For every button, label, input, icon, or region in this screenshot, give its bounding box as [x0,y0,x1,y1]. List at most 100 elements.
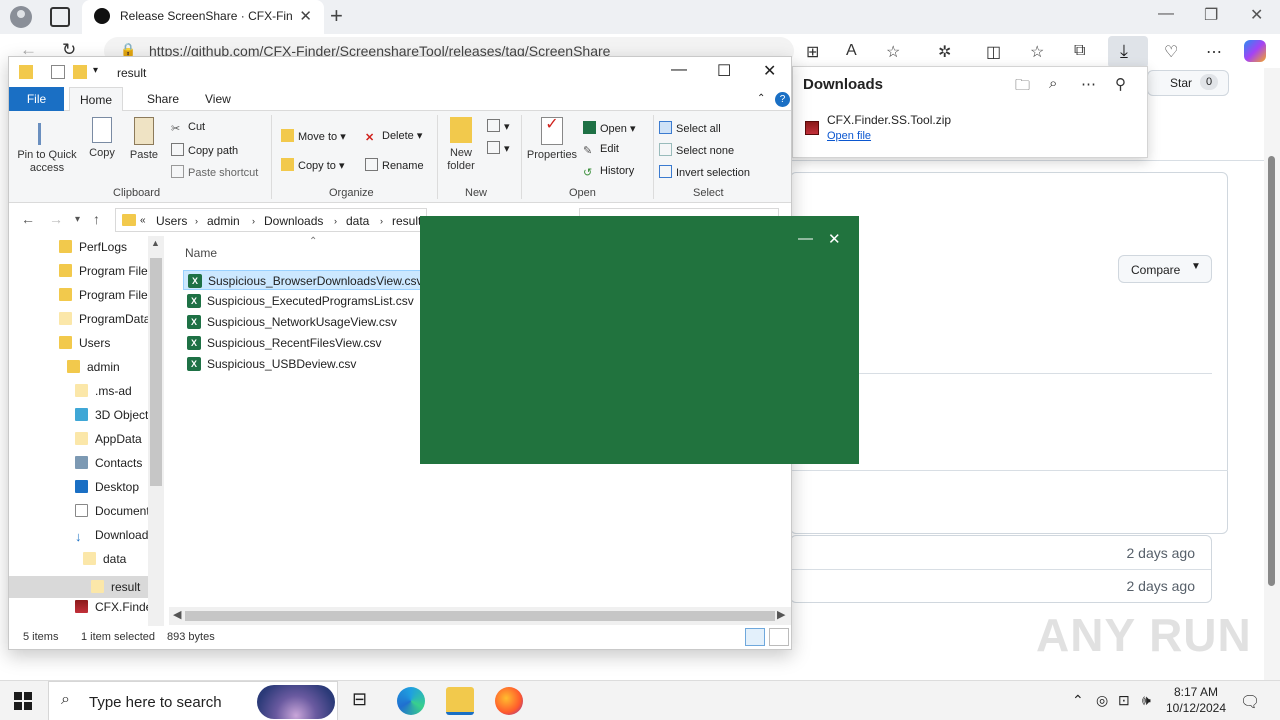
file-row[interactable]: X Suspicious_BrowserDownloadsView.csv [183,270,423,290]
tree-item-selected[interactable]: result [9,576,148,598]
more-icon[interactable]: ⋯ [1206,42,1222,62]
start-windows-icon[interactable] [14,692,32,710]
breadcrumb-item[interactable]: admin [207,214,240,228]
tab-close-icon[interactable]: ✕ [299,7,312,25]
copy-path-button[interactable]: Copy path [171,143,238,157]
compare-button[interactable]: Compare ▼ [1118,255,1212,283]
properties-button[interactable]: ✓ Properties [523,117,581,162]
browser-tab[interactable]: Release ScreenShare · CFX-Finder/Screens… [82,0,324,34]
asset-row[interactable]: 2 days ago [791,536,1211,569]
large-icons-view-icon[interactable] [769,628,789,646]
tab-actions-icon[interactable] [50,7,70,27]
minimize-icon[interactable]: — [798,230,813,247]
breadcrumb-item[interactable]: Users [156,214,187,228]
favorite-star-icon[interactable]: ☆ [886,42,900,62]
new-item-button[interactable]: ▾ [487,119,510,133]
minimize-icon[interactable]: — [1158,5,1174,23]
breadcrumb[interactable]: « Users › admin › Downloads › data › res… [115,208,427,232]
overflow-chevron-icon[interactable]: « [140,215,146,226]
copilot-icon[interactable] [1244,40,1266,62]
scrollbar-thumb[interactable] [150,258,162,486]
scrollbar-thumb[interactable] [1268,156,1275,586]
file-row[interactable]: X Suspicious_USBDeview.csv [183,354,423,374]
breadcrumb-item[interactable]: result [392,214,421,228]
breadcrumb-item[interactable]: data [346,214,369,228]
customize-toolbar-icon[interactable]: ▾ [93,65,107,79]
star-button[interactable]: Star 0 [1147,70,1229,96]
close-icon[interactable]: ✕ [763,61,776,81]
restore-icon[interactable]: ❐ [1204,5,1218,25]
system-clock[interactable]: 8:17 AM 10/12/2024 [1160,684,1232,716]
search-icon[interactable]: ⌕ [1049,75,1057,92]
tree-item[interactable]: PerfLogs [59,240,127,262]
edit-button[interactable]: ✎ Edit [583,143,619,157]
downloads-button[interactable]: ⤓ [1108,36,1148,68]
tree-item[interactable]: ↓ Downloads [75,528,154,550]
apps-icon[interactable]: ⊞ [806,42,819,62]
up-icon[interactable]: ↑ [93,211,100,227]
tree-item[interactable]: Program Files [59,288,154,310]
asset-row[interactable]: 2 days ago [791,569,1211,602]
ribbon-collapse-icon[interactable]: ⌃ [747,87,775,111]
tree-item[interactable]: .ms-ad [75,384,132,406]
read-aloud-icon[interactable]: A [846,42,857,60]
file-row[interactable]: X Suspicious_ExecutedProgramsList.csv [183,291,423,311]
tab-share[interactable]: Share [137,87,189,111]
file-row[interactable]: X Suspicious_RecentFilesView.csv [183,333,423,353]
taskbar-search-input[interactable]: ⌕ Type here to search [48,681,338,720]
scroll-up-icon[interactable]: ▲ [151,238,160,248]
easy-access-button[interactable]: ▾ [487,141,510,155]
tree-item[interactable]: ProgramData [59,312,150,334]
details-view-icon[interactable] [745,628,765,646]
new-folder-quick-icon[interactable] [73,65,87,79]
tree-item[interactable]: CFX.Finder [75,600,156,622]
tree-item[interactable]: data [83,552,126,574]
breadcrumb-item[interactable]: Downloads [264,214,323,228]
paste-button[interactable]: Paste [127,117,161,162]
paste-shortcut-button[interactable]: Paste shortcut [171,165,258,179]
forward-icon[interactable]: → [49,211,63,227]
tree-item[interactable]: Program Files [59,264,154,286]
open-file-link[interactable]: Open file [827,130,871,142]
edge-browser-icon[interactable] [397,687,425,715]
history-button[interactable]: ↺ History [583,165,634,179]
properties-quick-icon[interactable] [51,65,65,79]
delete-button[interactable]: ✕ Delete ▾ [365,129,422,144]
scrollbar-thumb[interactable] [185,611,775,621]
extensions-icon[interactable]: ✲ [938,42,951,62]
split-screen-icon[interactable]: ◫ [986,42,1001,62]
tree-item[interactable]: Desktop [75,480,139,502]
navigation-scrollbar[interactable]: ▲ [148,236,164,626]
performance-icon[interactable]: ♡ [1164,42,1178,62]
tab-file[interactable]: File [9,87,64,111]
horizontal-scrollbar[interactable]: ◀ ▶ [169,607,791,625]
tab-home[interactable]: Home [69,87,124,112]
notifications-icon[interactable]: 🗨 [1240,692,1260,712]
select-all-button[interactable]: Select all [659,121,721,135]
firefox-icon[interactable] [495,687,523,715]
tree-item[interactable]: AppData [75,432,142,454]
back-icon[interactable]: ← [21,211,35,227]
invert-selection-button[interactable]: Invert selection [659,165,750,179]
open-button[interactable]: Open ▾ [583,121,636,135]
rename-button[interactable]: Rename [365,158,424,172]
task-view-icon[interactable]: ⊟ [348,687,376,715]
scroll-right-icon[interactable]: ▶ [777,608,785,621]
column-header-name[interactable]: Name [185,246,217,260]
minimize-icon[interactable]: — [671,61,687,79]
show-hidden-icons-icon[interactable]: ⌃ [1072,692,1084,709]
tree-item[interactable]: Documents [75,504,156,526]
file-explorer-icon[interactable] [446,687,474,715]
tree-item[interactable]: Contacts [75,456,142,478]
help-icon[interactable]: ? [775,92,790,107]
favorites-icon[interactable]: ☆ [1030,42,1044,62]
select-none-button[interactable]: Select none [659,143,734,157]
move-to-button[interactable]: Move to ▾ [281,129,346,143]
open-folder-icon[interactable]: 🗀 [1015,75,1030,100]
profile-avatar-icon[interactable] [10,6,32,28]
new-folder-button[interactable]: New folder [441,117,481,173]
download-file-name[interactable]: CFX.Finder.SS.Tool.zip [827,113,951,127]
tree-item[interactable]: 3D Objects [75,408,154,430]
scroll-left-icon[interactable]: ◀ [173,608,181,621]
file-row[interactable]: X Suspicious_NetworkUsageView.csv [183,312,423,332]
